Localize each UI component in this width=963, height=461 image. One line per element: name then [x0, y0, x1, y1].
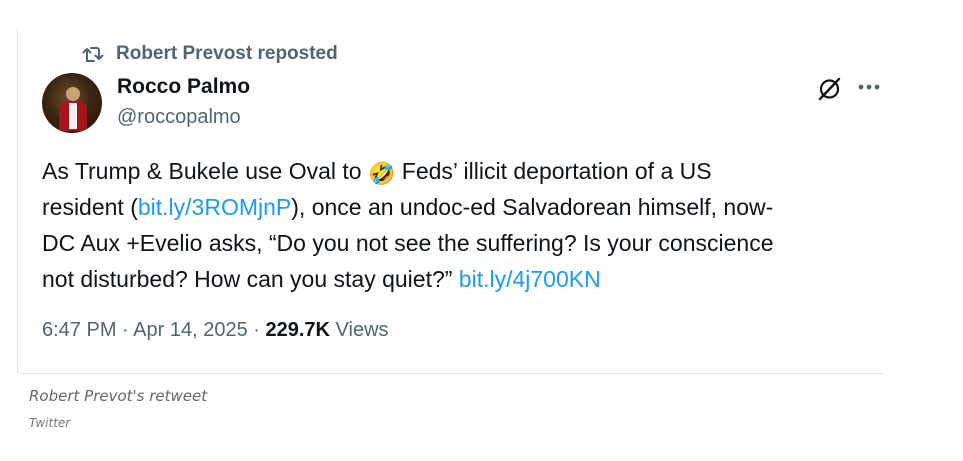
views-count: 229.7K: [265, 319, 330, 341]
tweet-text: As Trump & Bukele use Oval to 🤣 Feds’ il…: [42, 153, 872, 297]
author-name[interactable]: Rocco Palmo: [117, 75, 250, 99]
more-options-icon[interactable]: [857, 80, 883, 94]
tweet-embed: Robert Prevost reposted Rocco Palmo @roc…: [17, 28, 888, 373]
rofl-emoji-icon: 🤣: [367, 161, 396, 186]
tweet-line: DC Aux +Evelio asks, “Do you not see the…: [42, 230, 774, 256]
author-handle[interactable]: @roccopalmo: [117, 106, 241, 129]
image-credit: Twitter: [29, 416, 71, 430]
tweet-meta: 6:47 PM · Apr 14, 2025 · 229.7K Views: [42, 319, 389, 341]
repost-icon: [82, 45, 104, 63]
tweet-line: resident (bit.ly/3ROMjnP), once an undoc…: [42, 194, 774, 220]
divider: [20, 373, 884, 374]
tweet-line: As Trump & Bukele use Oval to 🤣 Feds’ il…: [42, 158, 712, 186]
tweet-line: not disturbed? How can you stay quiet?” …: [42, 266, 601, 292]
views-label: Views: [329, 319, 389, 341]
tweet-link[interactable]: bit.ly/3ROMjnP: [138, 194, 291, 220]
repost-text: Robert Prevost reposted: [116, 43, 338, 64]
tweet-link[interactable]: bit.ly/4j700KN: [459, 266, 601, 292]
avatar[interactable]: [42, 73, 102, 133]
image-caption: Robert Prevot's retweet: [29, 387, 208, 405]
grok-icon[interactable]: [817, 76, 843, 102]
tweet-date[interactable]: Apr 14, 2025: [133, 319, 248, 341]
repost-indicator[interactable]: Robert Prevost reposted: [82, 43, 338, 65]
tweet-time[interactable]: 6:47 PM: [42, 319, 116, 341]
